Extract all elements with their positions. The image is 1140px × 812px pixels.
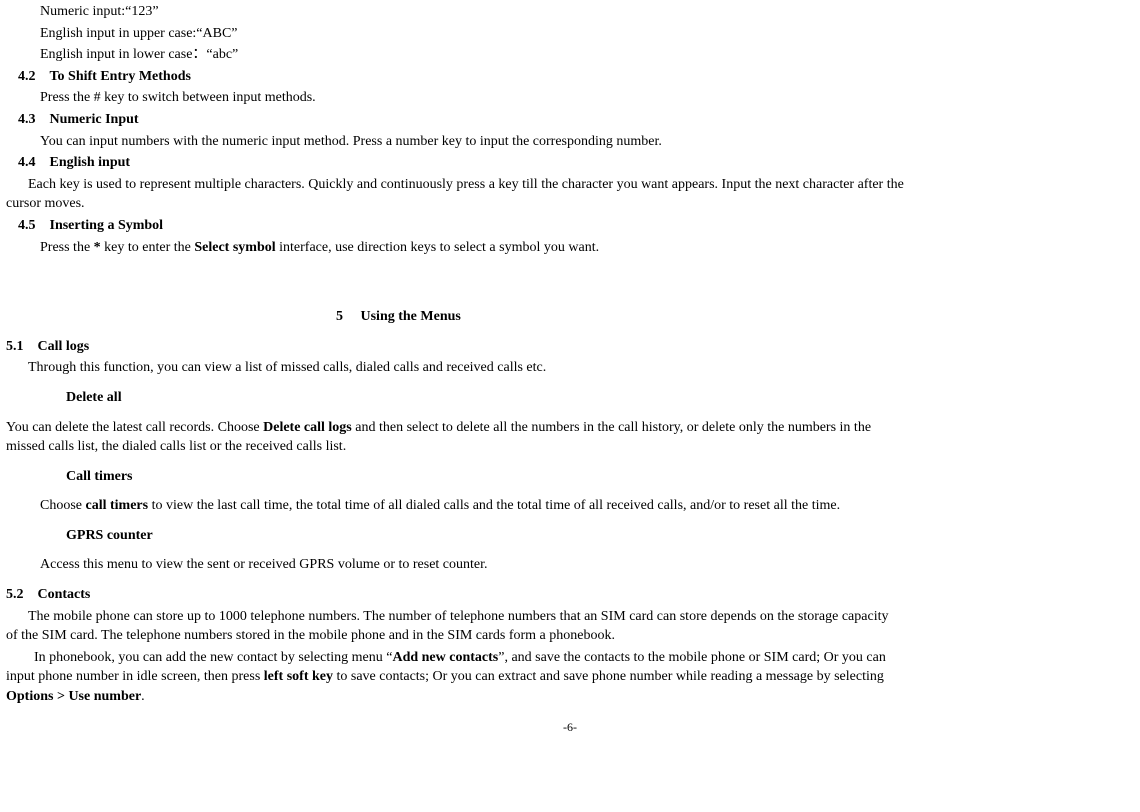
text-numeric-input: Numeric input:“123” (40, 2, 1134, 22)
heading-gprs-counter: GPRS counter (66, 526, 1134, 546)
body-call-timers: Choose call timers to view the last call… (40, 496, 1134, 516)
body-delete-all-c: and then select to delete all the number… (352, 420, 871, 435)
heading-4-3: 4.3 Numeric Input (18, 110, 1134, 130)
body-5-2-p2c: ”, and save the contacts to the mobile p… (498, 650, 886, 665)
heading-5-2: 5.2 Contacts (6, 585, 1134, 605)
body-5-2-p2f: to save contacts; Or you can extract and… (333, 669, 884, 684)
body-4-4: Each key is used to represent multiple c… (6, 175, 1134, 214)
heading-delete-all: Delete all (66, 388, 1134, 408)
heading-4-5: 4.5 Inserting a Symbol (18, 216, 1134, 236)
body-4-5-a: Press the (40, 240, 94, 255)
body-5-2-period: . (141, 689, 145, 704)
body-5-2-options: Options > Use number (6, 689, 141, 704)
body-4-5-selectsymbol: Select symbol (194, 240, 275, 255)
body-delete-all-a: You can delete the latest call records. … (6, 420, 263, 435)
body-delete-all: You can delete the latest call records. … (6, 418, 1134, 457)
page-number: -6- (6, 719, 1134, 736)
heading-5-1: 5.1 Call logs (6, 337, 1134, 357)
body-4-4-line2: cursor moves. (6, 196, 85, 211)
text-english-upper: English input in upper case:“ABC” (40, 24, 1134, 44)
text-english-lower: English input in lower case：“abc” (40, 45, 1134, 65)
body-5-2-p2d: input phone number in idle screen, then … (6, 669, 264, 684)
body-5-2-p1a: The mobile phone can store up to 1000 te… (28, 609, 888, 624)
body-4-5: Press the * key to enter the Select symb… (40, 238, 1134, 258)
body-gprs: Access this menu to view the sent or rec… (40, 555, 1134, 575)
body-4-5-star: * (94, 240, 101, 255)
page-content: Numeric input:“123” English input in upp… (0, 2, 1140, 745)
heading-4-4: 4.4 English input (18, 153, 1134, 173)
body-4-2: Press the # key to switch between input … (40, 88, 1134, 108)
heading-call-timers: Call timers (66, 467, 1134, 487)
body-call-timers-a: Choose (40, 498, 86, 513)
body-5-2-addnew: Add new contacts (392, 650, 498, 665)
body-call-timers-b: call timers (86, 498, 149, 513)
heading-4-2: 4.2 To Shift Entry Methods (18, 67, 1134, 87)
body-5-2-p2: In phonebook, you can add the new contac… (6, 648, 1134, 707)
body-5-2-p2a: In phonebook, you can add the new contac… (34, 650, 392, 665)
body-delete-all-d: missed calls list, the dialed calls list… (6, 439, 346, 454)
body-5-2-p1: The mobile phone can store up to 1000 te… (6, 607, 1134, 646)
body-call-timers-c: to view the last call time, the total ti… (148, 498, 840, 513)
heading-chapter-5: 5 Using the Menus (336, 307, 1134, 327)
body-4-4-line1: Each key is used to represent multiple c… (28, 177, 904, 192)
body-4-5-c: key to enter the (101, 240, 195, 255)
body-4-5-e: interface, use direction keys to select … (276, 240, 599, 255)
body-5-1-intro: Through this function, you can view a li… (28, 358, 1134, 378)
body-delete-all-b: Delete call logs (263, 420, 352, 435)
body-5-2-p1b: of the SIM card. The telephone numbers s… (6, 628, 615, 643)
body-5-2-leftsoft: left soft key (264, 669, 333, 684)
body-4-3: You can input numbers with the numeric i… (40, 132, 1134, 152)
